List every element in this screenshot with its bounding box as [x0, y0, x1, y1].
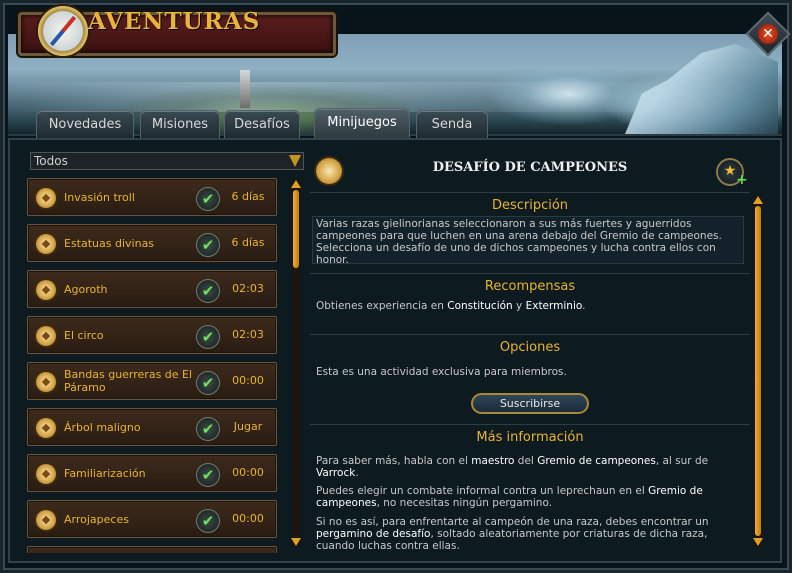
activity-status: 02:03 [232, 328, 264, 341]
activity-status: Jugar [233, 420, 263, 433]
compass-icon [38, 6, 88, 56]
scroll-down-icon[interactable] [291, 538, 301, 546]
rewards-text-and: y [512, 300, 526, 312]
divider [310, 424, 750, 425]
checkmark-icon: ✔ [196, 463, 220, 487]
minigame-medallion-icon [36, 234, 56, 254]
detail-scroll-thumb[interactable] [755, 206, 761, 536]
activity-list: Invasión troll ✔ 6 días Estatuas divinas… [27, 178, 277, 553]
activity-name: Estatuas divinas [64, 236, 155, 250]
minigame-medallion-icon [36, 188, 56, 208]
activity-name: Familiarización [64, 466, 146, 480]
checkmark-icon: ✔ [196, 371, 220, 395]
chevron-down-icon[interactable] [289, 155, 301, 167]
list-item[interactable]: Agoroth ✔ 02:03 [27, 270, 277, 308]
compass-needle [49, 15, 77, 47]
activity-status: 02:03 [232, 282, 264, 295]
minigame-medallion-icon [36, 280, 56, 300]
list-item[interactable]: Bandas guerreras de El Páramo ✔ 00:00 [27, 362, 277, 400]
divider [310, 192, 750, 193]
description-text: Varias razas gielinorianas seleccionaron… [316, 218, 722, 266]
minigame-medallion-icon [316, 158, 342, 184]
activity-status: 00:00 [232, 466, 264, 479]
list-item[interactable]: El circo ✔ 02:03 [27, 316, 277, 354]
checkmark-icon: ✔ [196, 325, 220, 349]
activity-status: 6 días [231, 236, 265, 249]
activity-name: El circo [64, 328, 104, 342]
description-heading: Descripción [491, 198, 569, 213]
scroll-up-icon[interactable] [753, 196, 763, 204]
more-info-paragraph-3: Si no es así, para enfrentarte al campeó… [316, 516, 746, 552]
text-run: Puedes elegir un combate informal contra… [316, 485, 649, 497]
link-varrock[interactable]: Varrock [316, 467, 355, 479]
activity-name: Arrojapeces [64, 512, 129, 526]
options-heading: Opciones [499, 340, 561, 355]
rewards-skill-constitucion: Constitución [447, 300, 513, 312]
text-run: del [514, 455, 538, 467]
divider [310, 273, 750, 274]
activity-status: 6 días [231, 190, 265, 203]
list-scroll-thumb[interactable] [293, 190, 299, 268]
minigame-medallion-icon [36, 372, 56, 392]
activity-status: 00:00 [232, 374, 264, 387]
subscribe-button[interactable]: Suscribirse [471, 393, 589, 414]
activity-name: Agoroth [64, 282, 108, 296]
minigame-medallion-icon [36, 510, 56, 530]
list-item[interactable]: Familiarización ✔ 00:00 [27, 454, 277, 492]
rewards-text: Obtienes experiencia en Constitución y E… [316, 300, 746, 312]
list-item[interactable]: Arrojapeces ✔ 00:00 [27, 500, 277, 538]
list-item-partial[interactable] [27, 546, 277, 553]
tab-minijuegos[interactable]: Minijuegos [314, 108, 410, 138]
link-gremio[interactable]: Gremio de campeones [537, 455, 656, 467]
text-run: Si no es así, para enfrentarte al campeó… [316, 516, 709, 528]
tab-desafios[interactable]: Desafíos [224, 110, 300, 138]
scroll-down-icon[interactable] [753, 538, 763, 546]
activity-status: 00:00 [232, 512, 264, 525]
checkmark-icon: ✔ [196, 509, 220, 533]
rewards-skill-exterminio: Exterminio [525, 300, 583, 312]
minigame-medallion-icon [36, 418, 56, 438]
link-pergamino[interactable]: pergamino de desafío [316, 528, 430, 540]
more-info-paragraph-2: Puedes elegir un combate informal contra… [316, 485, 746, 509]
minigame-medallion-icon [36, 326, 56, 346]
list-item[interactable]: Árbol maligno ✔ Jugar [27, 408, 277, 446]
more-info-heading: Más información [476, 430, 584, 445]
divider [310, 334, 750, 335]
plus-icon[interactable]: + [736, 172, 748, 188]
checkmark-icon: ✔ [196, 279, 220, 303]
filter-dropdown[interactable]: Todos [30, 152, 304, 170]
activity-name: Invasión troll [64, 190, 135, 204]
text-run: Para saber más, habla con el [316, 455, 472, 467]
list-scrollbar[interactable] [291, 180, 301, 546]
scroll-up-icon[interactable] [291, 180, 301, 188]
detail-title: DESAFÍO DE CAMPEONES [432, 160, 628, 175]
tab-senda[interactable]: Senda [416, 110, 488, 138]
tab-novedades[interactable]: Novedades [36, 110, 134, 138]
text-run: , no necesitas ningún pergamino. [376, 497, 553, 509]
rewards-heading: Recompensas [484, 279, 576, 294]
options-text: Esta es una actividad exclusiva para mie… [316, 366, 567, 378]
more-info-paragraph-1: Para saber más, habla con el maestro del… [316, 455, 746, 479]
text-run: , al sur de [655, 455, 709, 467]
close-icon[interactable]: ✕ [758, 24, 778, 44]
list-item[interactable]: Invasión troll ✔ 6 días [27, 178, 277, 216]
banner-tower [240, 70, 250, 108]
filter-selected-value: Todos [34, 154, 68, 168]
tab-misiones[interactable]: Misiones [140, 110, 220, 138]
text-run: . [355, 467, 359, 479]
rewards-text-prefix: Obtienes experiencia en [316, 300, 448, 312]
minigame-medallion-icon [36, 464, 56, 484]
activity-name: Bandas guerreras de El Páramo [64, 368, 193, 394]
window-title: AVENTURAS [88, 8, 261, 35]
link-maestro[interactable]: maestro [471, 455, 514, 467]
checkmark-icon: ✔ [196, 233, 220, 257]
activity-name: Árbol maligno [64, 420, 141, 434]
checkmark-icon: ✔ [196, 187, 220, 211]
list-item[interactable]: Estatuas divinas ✔ 6 días [27, 224, 277, 262]
detail-scrollbar[interactable] [753, 196, 763, 546]
checkmark-icon: ✔ [196, 417, 220, 441]
rewards-text-period: . [582, 300, 586, 312]
